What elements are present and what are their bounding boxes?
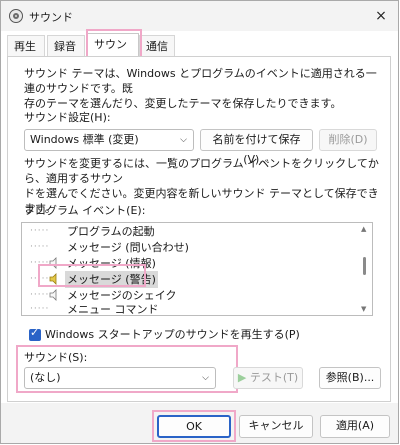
tab-recording[interactable]: 録音 (47, 35, 85, 56)
theme-select[interactable]: Windows 標準 (変更) ⌵ (24, 129, 194, 151)
theme-description: サウンド テーマは、Windows とプログラムのイベントに適用される一連のサウ… (24, 67, 377, 110)
theme-label: サウンド設定(H): (24, 111, 111, 124)
tree-line: ····· (30, 242, 50, 252)
tab-sounds[interactable]: サウンド (87, 33, 139, 72)
scroll-down-icon[interactable]: ▼ (361, 305, 366, 313)
sound-select[interactable]: (なし) ⌵ (24, 367, 216, 389)
delete-button[interactable]: 削除(D) (319, 129, 377, 151)
ok-button[interactable]: OK (157, 415, 231, 438)
apply-button[interactable]: 適用(A) (320, 415, 390, 438)
startup-checkbox[interactable] (29, 326, 41, 341)
list-item[interactable]: ····· プログラムの起動 (22, 223, 352, 240)
startup-label: Windows スタートアップのサウンドを再生する(P) (45, 328, 300, 341)
scroll-up-icon[interactable]: ▲ (361, 225, 366, 233)
event-label: プログラムの起動 (67, 225, 155, 238)
theme-select-value: Windows 標準 (変更) (30, 133, 139, 146)
scroll-thumb[interactable] (363, 257, 366, 275)
cancel-button[interactable]: キャンセル (239, 415, 313, 438)
tree-line: ····· (30, 304, 50, 314)
save-as-button[interactable]: 名前を付けて保存(V)... (200, 129, 313, 166)
event-label: メッセージ (問い合わせ) (67, 241, 189, 254)
event-label: メッセージ (警告) (65, 271, 158, 288)
chevron-down-icon: ⌵ (180, 135, 187, 145)
events-label: プログラム イベント(E): (24, 204, 146, 217)
sound-dialog: サウンド × 再生 録音 サウンド 通信 サウンド テーマは、Windows と… (0, 0, 399, 444)
speaker-icon (49, 257, 57, 269)
test-button[interactable]: ▶ テスト(T) (233, 367, 303, 389)
play-icon: ▶ (237, 371, 247, 384)
event-label: メッセージ (情報) (67, 257, 156, 270)
list-item[interactable]: ····· メッセージ (問い合わせ) (22, 239, 352, 256)
sound-label: サウンド(S): (24, 351, 88, 364)
tab-playback[interactable]: 再生 (7, 35, 45, 56)
tree-line: ····· (30, 226, 50, 236)
list-item-selected[interactable]: ····· メッセージ (警告) (22, 271, 352, 288)
sound-select-value: (なし) (30, 371, 61, 384)
list-item[interactable]: ····· メニュー コマンド (22, 301, 352, 316)
event-label: メニュー コマンド (67, 303, 159, 316)
tree-line: ····· (30, 258, 50, 268)
title-bar[interactable]: サウンド × (1, 1, 398, 31)
speaker-icon (49, 289, 57, 301)
browse-button[interactable]: 参照(B)... (319, 367, 381, 389)
chevron-down-icon: ⌵ (202, 373, 209, 383)
tree-line: ····· (30, 274, 50, 284)
close-icon[interactable]: × (370, 5, 392, 27)
tab-communications[interactable]: 通信 (139, 35, 175, 56)
speaker-app-icon (9, 9, 23, 23)
list-item[interactable]: ····· メッセージ (情報) (22, 255, 352, 272)
window-title: サウンド (29, 11, 73, 24)
events-scrollbar[interactable]: ▲ ▼ (358, 223, 372, 315)
speaker-icon (49, 273, 57, 285)
test-button-label: テスト(T) (249, 371, 299, 384)
events-list[interactable]: ····· プログラムの起動 ····· メッセージ (問い合わせ) ·····… (21, 222, 373, 316)
